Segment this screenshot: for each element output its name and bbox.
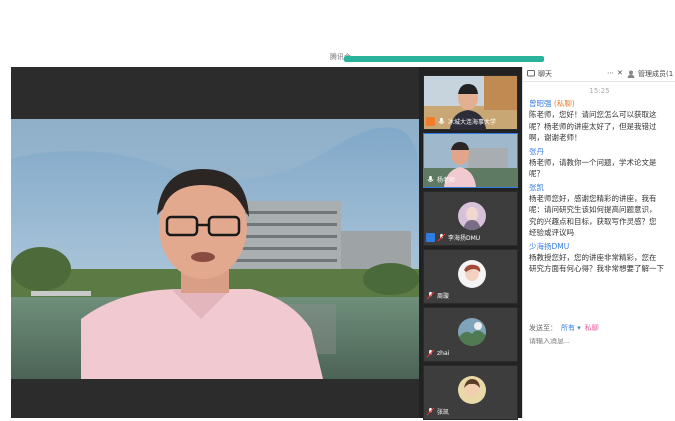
participant-label: 杨老师 [426,174,455,185]
mic-muted-icon [437,233,446,242]
message-text: 呢？ [529,169,544,178]
participant-thumbnail[interactable]: 杨老师 [423,133,518,188]
message-text: 呢：请问研究生该如何提高问题意识， [529,205,657,214]
main-video-stage [11,67,419,418]
chat-input[interactable] [529,338,669,345]
message-text: 呢？杨老师的讲座太好了，但是我错过 [529,121,657,131]
more-options-button[interactable]: ⋯ [607,69,614,77]
message-text: 杨老师您好，感谢您精彩的讲座，我有 [529,193,657,203]
more-icon: ⋯ [607,69,614,77]
meeting-app: 腾讯会 冰城大连海事大学 杨老师 李海扬DMU 周璇 zhai 张凯 聊天 ⋯ … [0,0,675,421]
chevron-down-icon: ▾ [577,324,581,332]
participant-label: 冰城大连海事大学 [426,116,496,127]
speaker-video-frame [11,119,419,379]
chat-header: 聊天 ⋯ ✕ 管理成员(1 [523,67,675,82]
host-badge-icon [426,117,435,126]
chat-message: 曾昭强 (私聊) 陈老师，您好！请问您怎么可以获取这 呢？杨老师的讲座太好了，但… [529,98,675,144]
chat-timestamp: 15:25 [589,87,610,95]
close-chat-button[interactable]: ✕ [617,69,623,77]
participant-name: 周璇 [437,293,450,300]
message-text: 啊，谢谢老师！ [529,133,582,142]
message-text: 陈老师，您好！请问您怎么可以获取这 [529,110,657,119]
members-icon [627,70,635,78]
chat-message: 张丹 杨老师，请教你一个问题，学术论文是 呢？ [529,146,675,180]
participant-thumbnail[interactable]: zhai [423,307,518,362]
avatar [458,376,486,404]
mic-muted-icon [426,291,435,300]
participant-name: 杨老师 [437,177,456,184]
message-text: 杨老师，请教你一个问题，学术论文是 [529,157,657,167]
message-sender: 张凯 [529,182,544,192]
private-chat-indicator: 私聊 [584,324,599,332]
participant-label: 张凯 [426,406,449,417]
mic-muted-icon [426,407,435,416]
participant-label: zhai [426,348,449,359]
message-text: 研究方面有何心得？我非常想要了解一下 [529,264,664,273]
participant-label: 周璇 [426,290,449,301]
message-text: 杨教授您好，您的讲座非常精彩，您在 [529,252,657,262]
participant-name: zhai [437,350,450,357]
chat-messages[interactable]: 曾昭强 (私聊) 陈老师，您好！请问您怎么可以获取这 呢？杨老师的讲座太好了，但… [529,98,675,358]
send-target-row: 发送至： 所有 ▾ 私聊 [529,323,599,333]
participant-label: 李海扬DMU [426,232,480,243]
participant-name: 张凯 [437,409,450,416]
top-bar: 腾讯会 [330,52,550,64]
participant-thumbnails: 冰城大连海事大学 杨老师 李海扬DMU 周璇 zhai 张凯 [419,67,522,420]
avatar [458,202,486,230]
message-text: 经验或评议吗 [529,228,574,237]
participant-name: 李海扬DMU [448,235,481,242]
mic-icon [427,175,434,182]
send-target-dropdown[interactable]: 所有 ▾ [561,323,581,333]
avatar [458,318,486,346]
participant-thumbnail[interactable]: 李海扬DMU [423,191,518,246]
participant-thumbnail[interactable]: 冰城大连海事大学 [423,75,518,130]
mic-icon [438,117,445,124]
tab-chat[interactable]: 聊天 [527,69,552,79]
participant-thumbnail[interactable]: 周璇 [423,249,518,304]
participant-name: 冰城大连海事大学 [448,119,497,126]
tab-members-label: 管理成员(1 [638,70,674,78]
close-icon: ✕ [617,69,623,77]
mic-muted-icon [426,349,435,358]
send-to-label: 发送至： [529,324,557,332]
participant-thumbnail[interactable]: 张凯 [423,365,518,420]
user-badge-icon [426,233,435,242]
main-speaker-video[interactable] [11,119,419,379]
message-text: 究的兴趣点和目标，获取写作灵感？您 [529,216,657,226]
chat-icon [527,70,535,77]
message-sender: 少海扬DMU [529,241,570,251]
tab-members[interactable]: 管理成员(1 [627,69,673,79]
message-sender: 张丹 [529,146,544,156]
message-sender: 曾昭强 (私聊) [529,99,575,108]
chat-message: 张凯 杨老师您好，感谢您精彩的讲座，我有 呢：请问研究生该如何提高问题意识， 究… [529,182,675,239]
chat-panel: 聊天 ⋯ ✕ 管理成员(1 15:25 曾昭强 (私聊) 陈老师，您好！请问您怎… [522,67,675,418]
recording-progress-bar [344,56,544,62]
chat-message: 少海扬DMU 杨教授您好，您的讲座非常精彩，您在 研究方面有何心得？我非常想要了… [529,241,675,275]
avatar [458,260,486,288]
tab-chat-label: 聊天 [538,70,552,78]
